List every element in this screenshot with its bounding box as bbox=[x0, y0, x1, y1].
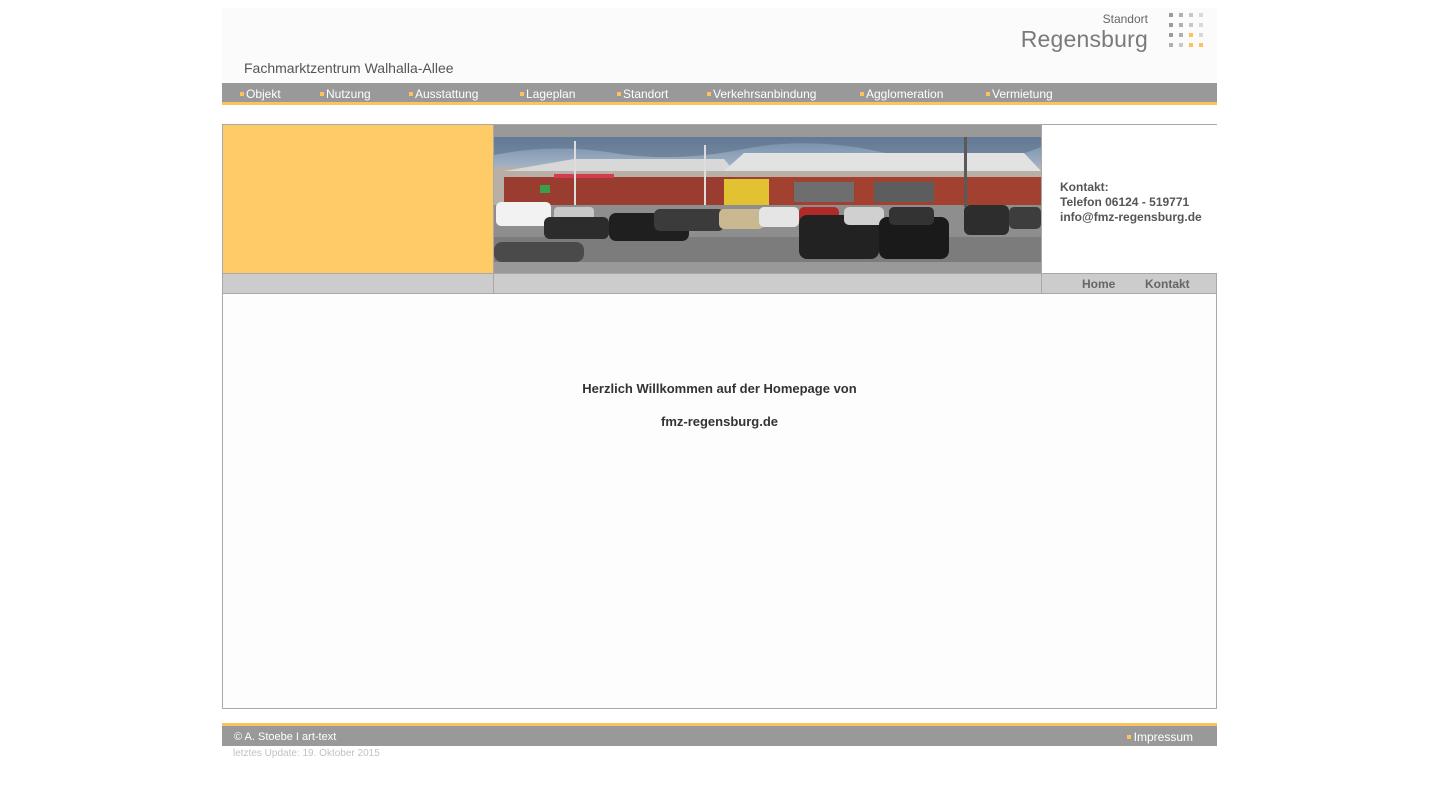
home-link[interactable]: Home bbox=[1082, 277, 1115, 291]
bullet-icon bbox=[240, 92, 244, 96]
header: Fachmarktzentrum Walhalla-Allee Standort… bbox=[222, 8, 1217, 83]
contact-panel: Kontakt: Telefon 06124 - 519771 info@fmz… bbox=[1041, 125, 1217, 273]
bullet-icon bbox=[1126, 735, 1131, 739]
nav-item-label: Lageplan bbox=[526, 87, 576, 101]
nav-item-agglomeration[interactable]: Agglomeration bbox=[860, 87, 943, 101]
page: Fachmarktzentrum Walhalla-Allee Standort… bbox=[222, 8, 1217, 759]
impressum-link[interactable]: Impressum bbox=[1126, 730, 1193, 744]
nav-item-lageplan[interactable]: Lageplan bbox=[520, 87, 575, 101]
logo-dot bbox=[1199, 13, 1203, 17]
kontakt-link[interactable]: Kontakt bbox=[1145, 277, 1190, 291]
nav-item-label: Verkehrsanbindung bbox=[713, 87, 817, 101]
divider bbox=[1041, 274, 1042, 293]
nav-item-label: Ausstattung bbox=[415, 87, 479, 101]
last-update: letztes Update: 19. Oktober 2015 bbox=[233, 748, 380, 759]
divider bbox=[493, 274, 494, 293]
content-frame: Kontakt: Telefon 06124 - 519771 info@fmz… bbox=[222, 124, 1217, 709]
logo-dot bbox=[1189, 33, 1193, 37]
logo-dot bbox=[1179, 13, 1183, 17]
bullet-icon bbox=[409, 92, 413, 96]
nav-item-label: Standort bbox=[623, 87, 669, 101]
logo-dot bbox=[1169, 43, 1173, 47]
header-photo-panel bbox=[494, 125, 1041, 273]
nav-item-objekt[interactable]: Objekt bbox=[240, 87, 281, 101]
nav-item-label: Nutzung bbox=[326, 87, 371, 101]
contact-heading: Kontakt: bbox=[1060, 180, 1109, 194]
site-title: Fachmarktzentrum Walhalla-Allee bbox=[244, 60, 454, 76]
logo-dot bbox=[1189, 43, 1193, 47]
nav-item-nutzung[interactable]: Nutzung bbox=[320, 87, 371, 101]
welcome-message: Herzlich Willkommen auf der Homepage von… bbox=[223, 372, 1216, 438]
logo-standort-text: Standort bbox=[1102, 12, 1148, 26]
nav-item-standort[interactable]: Standort bbox=[617, 87, 668, 101]
contact-info: Kontakt: Telefon 06124 - 519771 info@fmz… bbox=[1060, 180, 1202, 225]
logo-dot bbox=[1179, 33, 1183, 37]
main-nav: Objekt Nutzung Ausstattung Lageplan Stan… bbox=[222, 83, 1217, 105]
shopping-center-photo bbox=[494, 137, 1041, 262]
bullet-icon bbox=[707, 92, 711, 96]
nav-item-ausstattung[interactable]: Ausstattung bbox=[409, 87, 478, 101]
bullet-icon bbox=[320, 92, 324, 96]
logo[interactable]: Standort Regensburg bbox=[1021, 12, 1205, 58]
yellow-panel bbox=[223, 125, 494, 273]
nav-item-label: Agglomeration bbox=[866, 87, 944, 101]
contact-email[interactable]: info@fmz-regensburg.de bbox=[1060, 210, 1202, 225]
bullet-icon bbox=[860, 92, 864, 96]
footer-bar: © A. Stoebe I art-text Impressum bbox=[222, 723, 1217, 746]
bullet-icon bbox=[520, 92, 524, 96]
nav-item-vermietung[interactable]: Vermietung bbox=[986, 87, 1053, 101]
logo-city-text: Regensburg bbox=[1020, 26, 1148, 52]
logo-dot bbox=[1189, 23, 1193, 27]
bullet-icon bbox=[986, 92, 990, 96]
welcome-line: Herzlich Willkommen auf der Homepage von bbox=[582, 381, 857, 396]
logo-dot bbox=[1169, 23, 1173, 27]
logo-dot bbox=[1169, 33, 1173, 37]
bullet-icon bbox=[617, 92, 621, 96]
contact-phone: Telefon 06124 - 519771 bbox=[1060, 195, 1190, 209]
logo-dot bbox=[1179, 43, 1183, 47]
logo-dot bbox=[1199, 33, 1203, 37]
logo-dot bbox=[1199, 43, 1203, 47]
site-domain: fmz-regensburg.de bbox=[660, 414, 778, 429]
logo-dot bbox=[1169, 13, 1173, 17]
copyright: © A. Stoebe I art-text bbox=[234, 731, 337, 743]
logo-dot bbox=[1179, 23, 1183, 27]
nav-item-verkehrsanbindung[interactable]: Verkehrsanbindung bbox=[707, 87, 816, 101]
logo-dot bbox=[1199, 23, 1203, 27]
nav-item-label: Vermietung bbox=[992, 87, 1053, 101]
logo-dots-icon bbox=[1169, 13, 1205, 49]
sub-nav-bar: Home Kontakt bbox=[223, 273, 1216, 294]
logo-dot bbox=[1189, 13, 1193, 17]
nav-item-label: Objekt bbox=[246, 87, 281, 101]
impressum-label: Impressum bbox=[1133, 730, 1193, 744]
